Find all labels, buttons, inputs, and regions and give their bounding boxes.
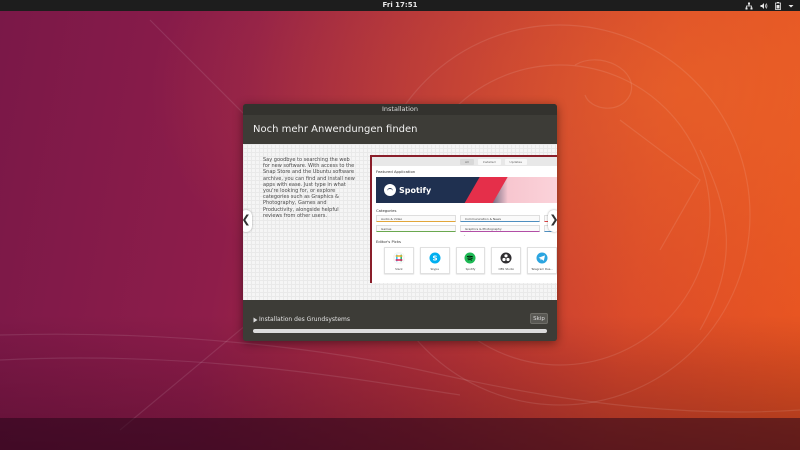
installer-dialog: Installation Noch mehr Anwendungen finde… xyxy=(243,104,557,341)
spotify-icon xyxy=(464,252,476,264)
pick-label: Spotify xyxy=(465,267,476,271)
previous-slide-button[interactable]: ❮ xyxy=(243,210,252,232)
featured-banner: Spotify xyxy=(376,177,557,203)
next-slide-button[interactable]: ❯ xyxy=(548,210,557,232)
slack-icon xyxy=(393,252,405,264)
system-tray[interactable] xyxy=(745,1,794,10)
store-tabs: All Installed Updates xyxy=(460,159,527,165)
top-bar: Fri 17:51 xyxy=(0,0,800,11)
obs-icon xyxy=(500,252,512,264)
featured-heading: Featured Application xyxy=(376,169,416,174)
category-audio-video: Audio & Video xyxy=(376,215,456,222)
progress-fill xyxy=(253,329,547,333)
chevron-down-icon xyxy=(788,4,794,7)
store-tab-updates: Updates xyxy=(504,159,527,165)
pick-slack: Slack xyxy=(384,247,414,274)
category-graphics-photography: Graphics & Photography xyxy=(460,225,540,232)
store-tab-all: All xyxy=(460,159,474,165)
editors-picks-heading: Editor's Picks xyxy=(376,239,401,244)
slideshow: Say goodbye to searching the web for new… xyxy=(243,144,557,300)
software-store-preview: All Installed Updates Featured Applicati… xyxy=(370,155,557,283)
category-games: Games xyxy=(376,225,456,232)
battery-icon xyxy=(775,1,781,10)
installer-footer: Installation des Grundsystems Skip xyxy=(243,300,557,341)
bottom-shadow-strip xyxy=(0,418,800,450)
skip-button[interactable]: Skip xyxy=(530,313,548,324)
pick-label: Slack xyxy=(395,267,403,271)
pick-label: OBS Studio xyxy=(498,267,515,271)
store-tab-installed: Installed xyxy=(477,159,501,165)
pick-label: Telegram Des... xyxy=(531,267,553,271)
featured-app-name: Spotify xyxy=(399,185,432,195)
skype-icon: S xyxy=(429,252,441,264)
svg-text:S: S xyxy=(432,255,437,263)
pick-skype: S Skype xyxy=(419,247,450,274)
clock[interactable]: Fri 17:51 xyxy=(0,0,800,11)
pick-telegram: Telegram Des... xyxy=(527,247,557,274)
editors-picks: Slack S Skype Spotify OBS Studio Telegra… xyxy=(384,247,557,274)
categories-heading: Categories xyxy=(376,208,397,213)
banner-stripe xyxy=(459,177,511,203)
volume-icon xyxy=(760,2,768,9)
pick-obs-studio: OBS Studio xyxy=(491,247,522,274)
expand-triangle-icon[interactable] xyxy=(253,317,258,323)
store-header: All Installed Updates xyxy=(372,157,557,166)
pick-label: Skype xyxy=(430,267,439,271)
spotify-logo-icon xyxy=(384,184,396,196)
install-status: Installation des Grundsystems xyxy=(259,316,351,323)
category-communication-news: Communication & News xyxy=(460,215,540,222)
page-title: Noch mehr Anwendungen finden xyxy=(253,124,418,135)
progress-bar xyxy=(253,329,547,333)
telegram-icon xyxy=(536,252,548,264)
chevron-down-icon: ⌄ xyxy=(463,233,466,237)
slide-description: Say goodbye to searching the web for new… xyxy=(263,157,355,219)
window-title: Installation xyxy=(243,104,557,115)
pick-spotify: Spotify xyxy=(455,247,486,274)
category-grid: Audio & Video Communication & News Games… xyxy=(376,215,557,232)
network-icon xyxy=(745,2,753,9)
spotify-logo: Spotify xyxy=(384,184,431,196)
